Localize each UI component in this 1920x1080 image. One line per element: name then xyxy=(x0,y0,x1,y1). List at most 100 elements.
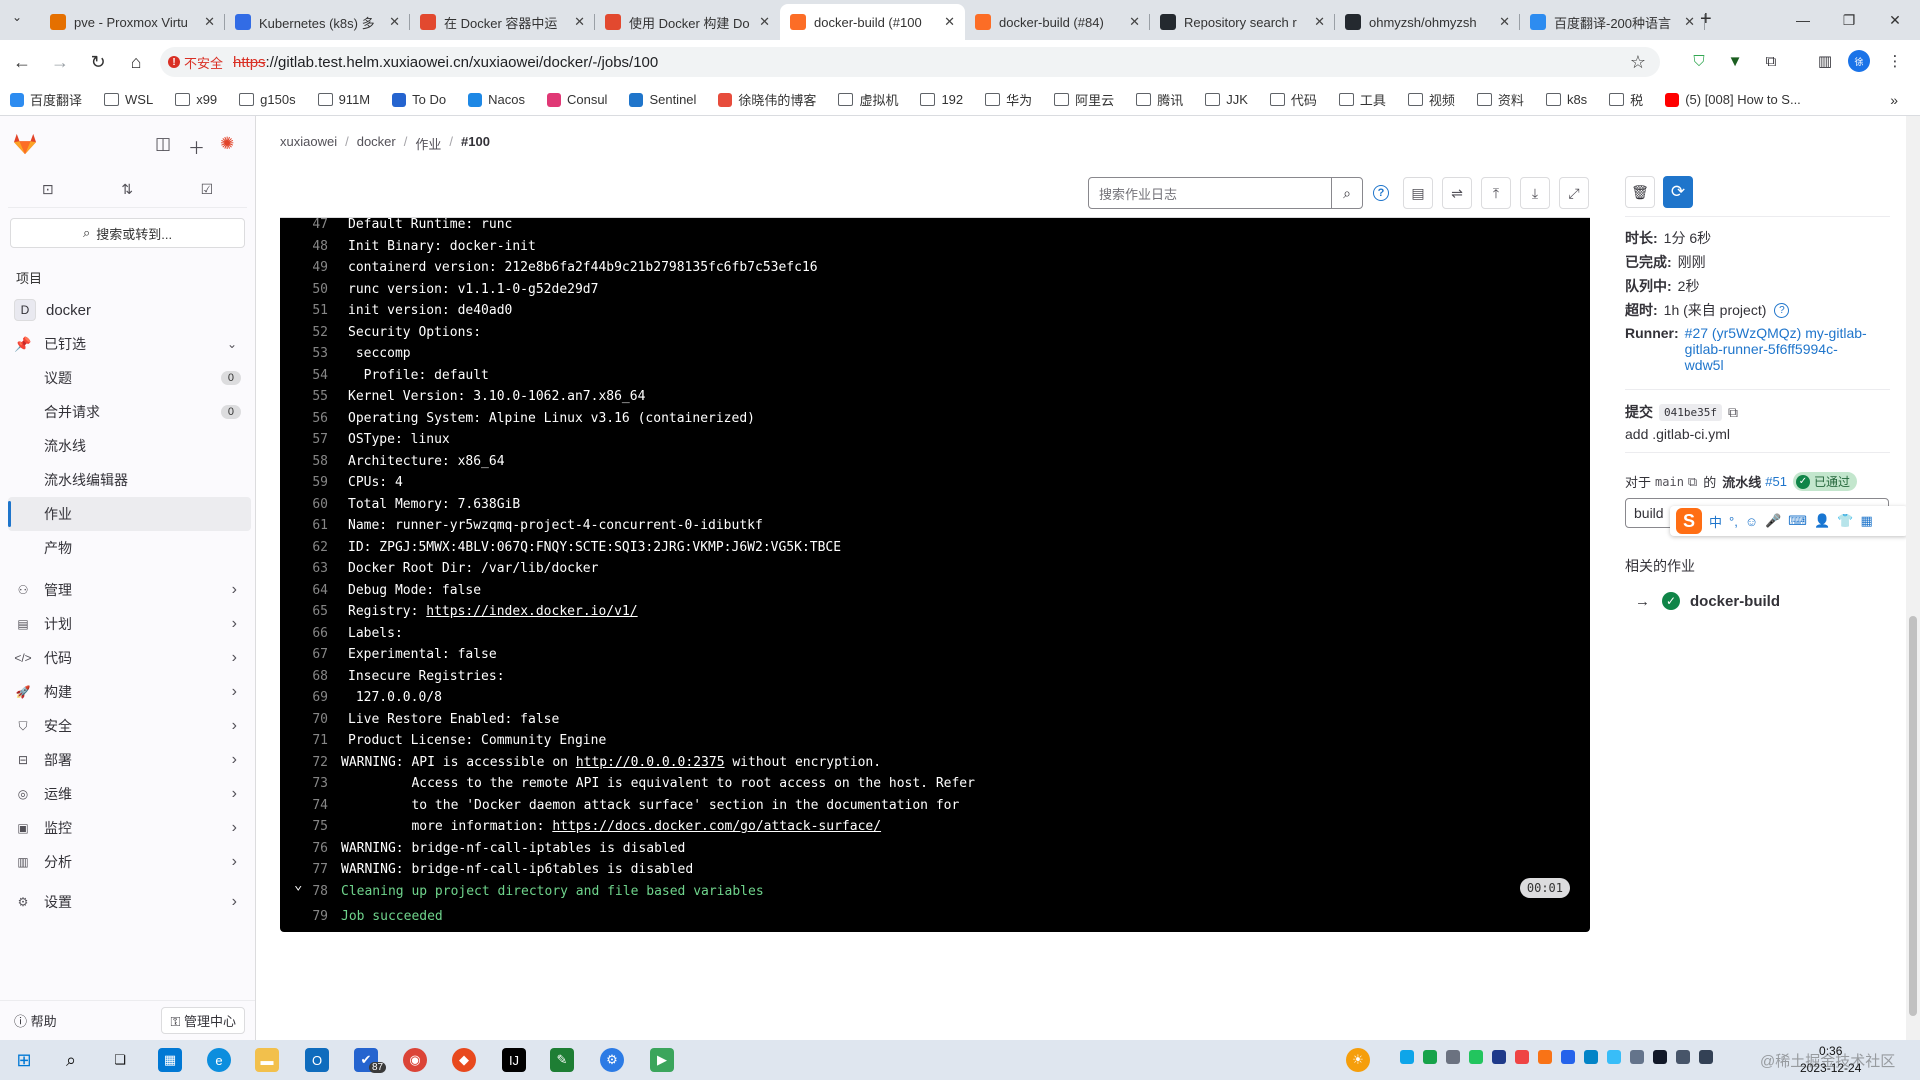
todos-counter-icon[interactable]: ☑ xyxy=(201,181,214,198)
log-link[interactable]: https://index.docker.io/v1/ xyxy=(426,604,637,619)
ime-tool-icon[interactable]: 中 xyxy=(1709,512,1722,531)
commit-sha-link[interactable]: 041be35f xyxy=(1659,403,1722,421)
sidebar-nav-item[interactable]: ⚙ 设置 › xyxy=(0,885,255,919)
fullscreen-icon[interactable]: ⤢ xyxy=(1559,177,1589,209)
log-line-number[interactable]: 75 xyxy=(280,819,341,834)
extension-shield-icon[interactable]: ⛉ xyxy=(1688,50,1710,72)
create-new-icon[interactable]: ＋ xyxy=(188,134,205,159)
tray-icon[interactable] xyxy=(1400,1050,1414,1064)
collapse-sidebar-icon[interactable]: ◫ xyxy=(155,134,171,154)
tray-icon[interactable] xyxy=(1446,1050,1460,1064)
tray-icon[interactable] xyxy=(1561,1050,1575,1064)
tab-search-icon[interactable]: ⌄ xyxy=(12,10,22,24)
help-button[interactable]: ⓘ 帮助 xyxy=(14,1011,57,1030)
log-line-number[interactable]: 52 xyxy=(280,325,341,340)
extensions-puzzle-icon[interactable]: ⧉ xyxy=(1760,50,1782,72)
ime-tool-icon[interactable]: ▦ xyxy=(1860,513,1872,529)
chrome-icon[interactable]: ◉ xyxy=(403,1048,427,1072)
sidebar-nav-item[interactable]: </> 代码 › xyxy=(0,641,255,675)
project-link[interactable]: Ddocker xyxy=(0,293,255,327)
log-line-number[interactable]: 77 xyxy=(280,862,341,877)
bookmark-item[interactable]: Sentinel xyxy=(629,92,696,107)
bookmark-item[interactable]: Nacos xyxy=(468,92,525,107)
log-line-number[interactable]: 70 xyxy=(280,712,341,727)
pinned-item[interactable]: 作业 xyxy=(8,497,251,531)
log-line-number[interactable]: 68 xyxy=(280,669,341,684)
log-line-number[interactable]: 62 xyxy=(280,540,341,555)
bookmark-item[interactable]: Consul xyxy=(546,92,607,107)
tray-icon[interactable] xyxy=(1630,1050,1644,1064)
issues-counter-icon[interactable]: ⊡ xyxy=(42,181,54,198)
search-log-input[interactable]: 搜索作业日志 xyxy=(1088,177,1332,209)
windows-start-icon[interactable]: ⊞ xyxy=(12,1048,36,1072)
outlook-icon[interactable]: O xyxy=(305,1048,329,1072)
git-client-icon[interactable]: ◆ xyxy=(452,1048,476,1072)
bookmark-item[interactable]: k8s xyxy=(1545,92,1587,107)
bookmark-item[interactable]: To Do xyxy=(392,92,446,107)
log-line-number[interactable]: 55 xyxy=(280,389,341,404)
tray-icon[interactable] xyxy=(1423,1050,1437,1064)
minimize-icon[interactable]: — xyxy=(1780,0,1826,40)
close-window-icon[interactable]: ✕ xyxy=(1872,0,1918,40)
browser-menu-icon[interactable]: ⋮ xyxy=(1884,50,1906,72)
ime-tool-icon[interactable]: °, xyxy=(1729,514,1738,529)
sidebar-nav-item[interactable]: 🚀 构建 › xyxy=(0,675,255,709)
raw-log-icon[interactable]: ▤ xyxy=(1403,177,1433,209)
scroll-top-icon[interactable]: ⤒ xyxy=(1481,177,1511,209)
close-tab-icon[interactable]: ✕ xyxy=(204,14,215,30)
close-tab-icon[interactable]: ✕ xyxy=(944,14,955,30)
restore-icon[interactable]: ❐ xyxy=(1826,0,1872,40)
tray-icon[interactable] xyxy=(1469,1050,1483,1064)
notepad-icon[interactable]: ✎ xyxy=(550,1048,574,1072)
pipeline-status-badge[interactable]: ✓ 已通过 xyxy=(1792,472,1857,491)
admin-area-button[interactable]: ⚿ 管理中心 xyxy=(161,1007,245,1034)
log-line-number[interactable]: 60 xyxy=(280,497,341,512)
bookmark-item[interactable]: JJK xyxy=(1205,92,1248,107)
log-line-number[interactable]: 61 xyxy=(280,518,341,533)
log-line-number[interactable]: 76 xyxy=(280,841,341,856)
network-tool-icon[interactable]: ⚙ xyxy=(600,1048,624,1072)
bookmark-item[interactable]: 虚拟机 xyxy=(838,90,898,109)
log-line-number[interactable]: 57 xyxy=(280,432,341,447)
insecure-indicator[interactable]: ! 不安全 xyxy=(168,53,223,72)
pipeline-link[interactable]: #51 xyxy=(1765,474,1787,489)
help-icon[interactable]: ? xyxy=(1774,302,1790,318)
close-tab-icon[interactable]: ✕ xyxy=(1314,14,1325,30)
browser-tab[interactable]: docker-build (#84) ✕ xyxy=(965,4,1150,40)
tray-icon[interactable] xyxy=(1538,1050,1552,1064)
close-tab-icon[interactable]: ✕ xyxy=(574,14,585,30)
log-line-number[interactable]: 51 xyxy=(280,303,341,318)
log-line-number[interactable]: 49 xyxy=(280,260,341,275)
log-line-number[interactable]: 73 xyxy=(280,776,341,791)
side-panel-icon[interactable]: ▥ xyxy=(1814,50,1836,72)
erase-job-button[interactable]: 🗑 xyxy=(1625,176,1655,208)
scrollbar-thumb[interactable] xyxy=(1909,616,1917,1016)
user-avatar-icon[interactable]: ✺ xyxy=(220,134,234,154)
help-icon[interactable]: ? xyxy=(1373,185,1389,201)
log-line-number[interactable]: 54 xyxy=(280,368,341,383)
log-line-number[interactable]: 50 xyxy=(280,282,341,297)
sidebar-nav-item[interactable]: ⚇ 管理 › xyxy=(0,573,255,607)
browser-tab[interactable]: docker-build (#100 ✕ xyxy=(780,4,965,40)
sidebar-nav-item[interactable]: ◎ 运维 › xyxy=(0,777,255,811)
bookmark-star-icon[interactable]: ☆ xyxy=(1630,52,1646,73)
bookmark-item[interactable]: 工具 xyxy=(1338,90,1386,109)
runner-link[interactable]: #27 (yr5WzQMQz) my-gitlab- gitlab-runner… xyxy=(1685,325,1867,373)
ime-tool-icon[interactable]: ⌨ xyxy=(1788,513,1807,529)
bookmark-item[interactable]: x99 xyxy=(175,92,217,107)
bookmark-item[interactable]: 税 xyxy=(1609,90,1643,109)
breadcrumb-item[interactable]: docker xyxy=(357,134,396,153)
log-line-number[interactable]: 67 xyxy=(280,647,341,662)
tray-icon[interactable] xyxy=(1676,1050,1690,1064)
jetbrains-icon[interactable]: IJ xyxy=(502,1048,526,1072)
copy-icon[interactable]: ⧉ xyxy=(1688,474,1697,490)
page-scrollbar[interactable] xyxy=(1906,116,1920,1040)
forward-icon[interactable]: → xyxy=(44,46,76,78)
log-line-number[interactable]: 79 xyxy=(280,909,341,924)
file-explorer-icon[interactable]: ▬ xyxy=(255,1048,279,1072)
store-icon[interactable]: ▦ xyxy=(158,1048,182,1072)
retry-job-button[interactable]: ⟳ xyxy=(1663,176,1693,208)
ime-tool-icon[interactable]: 🎤 xyxy=(1765,513,1781,529)
sidebar-nav-item[interactable]: ▥ 分析 › xyxy=(0,845,255,879)
copy-icon[interactable]: ⧉ xyxy=(1728,404,1738,421)
